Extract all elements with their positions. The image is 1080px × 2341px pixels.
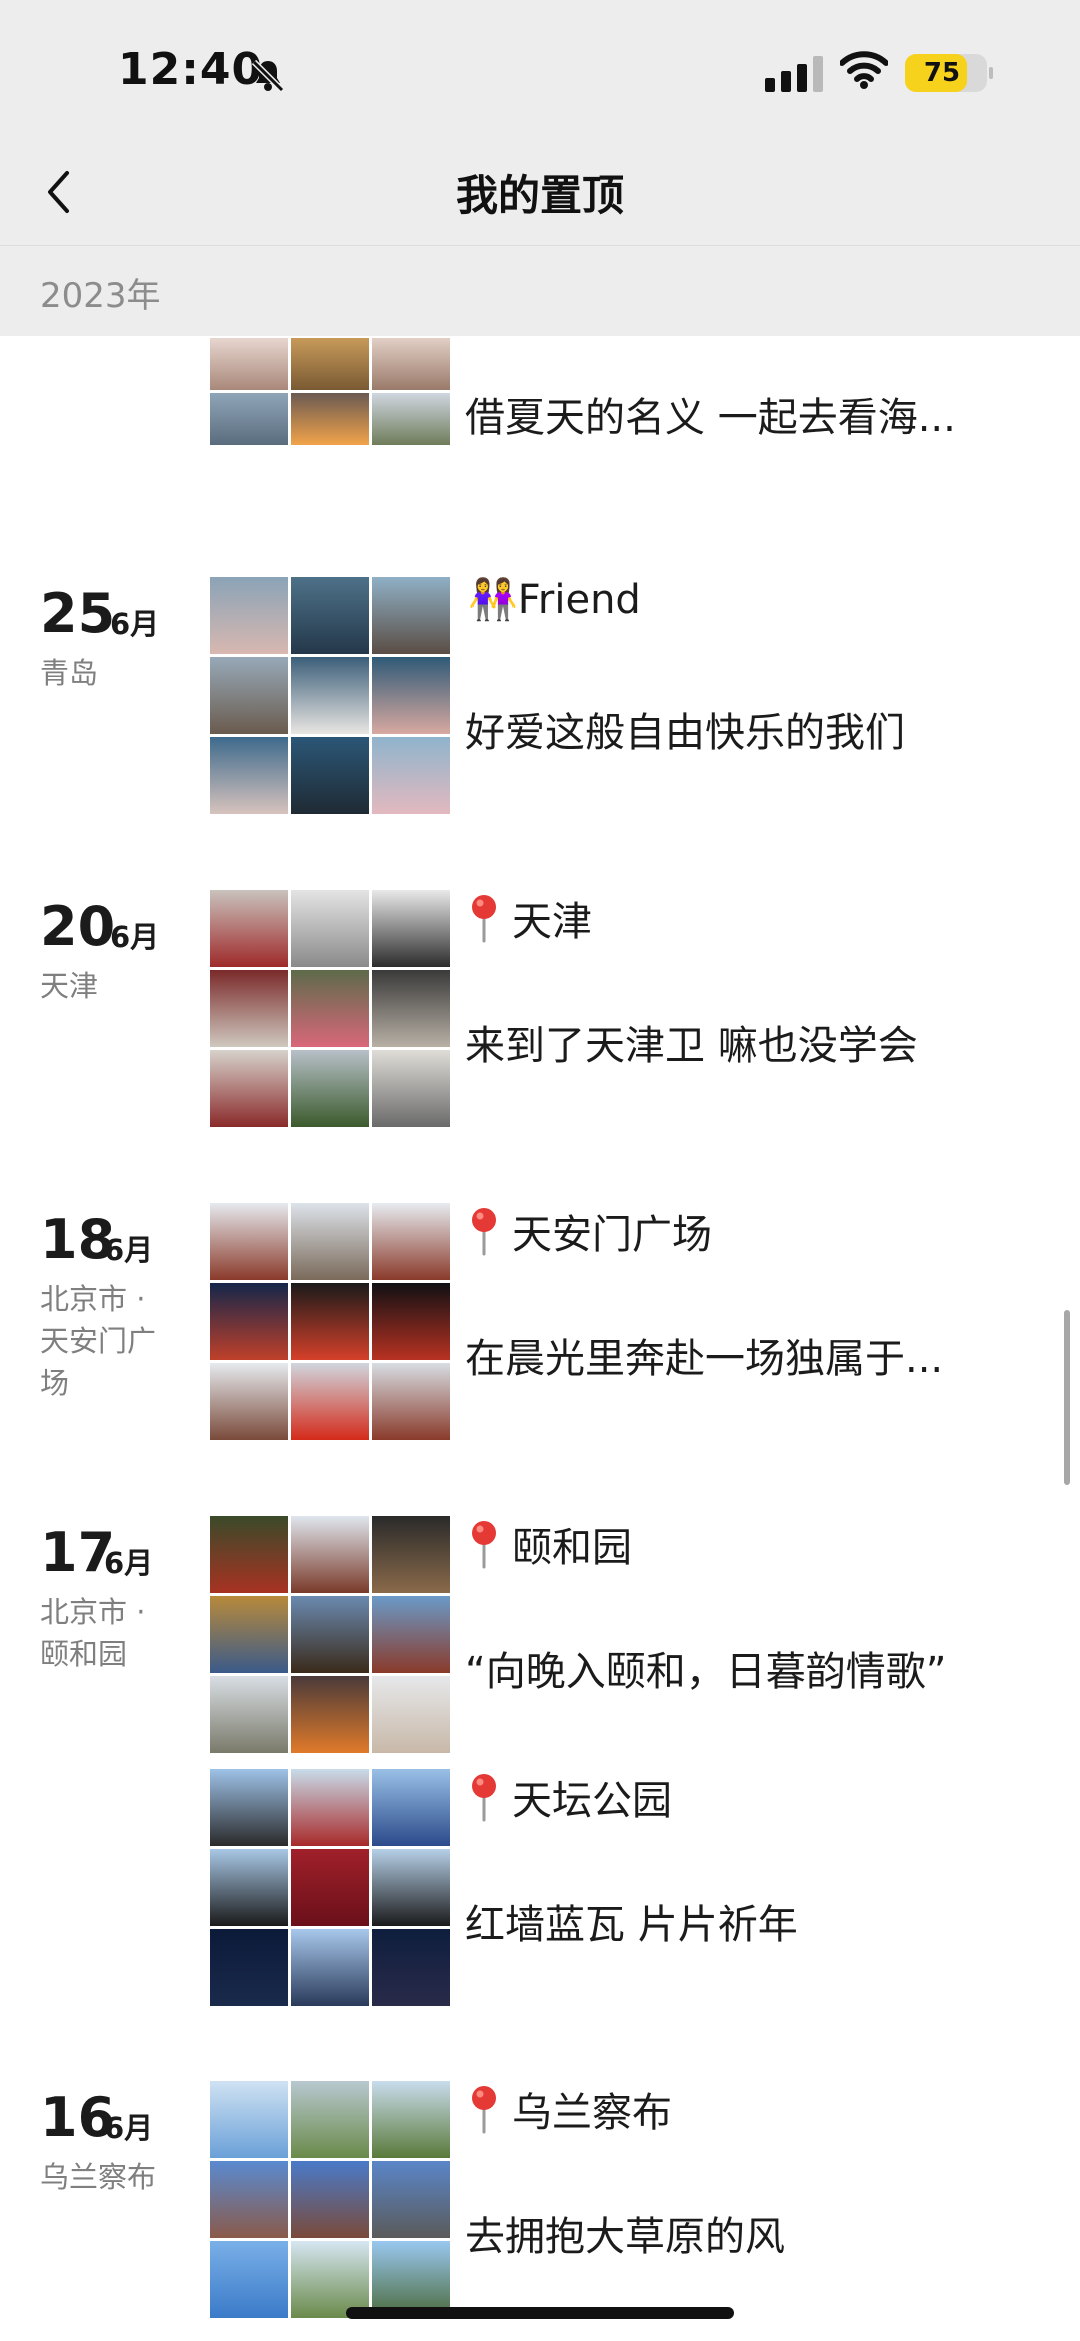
location-pin-icon [472, 2086, 496, 2134]
bell-muted-icon [251, 59, 285, 93]
location-label: 天坛公园 [512, 1778, 672, 1824]
photo-grid[interactable] [210, 1769, 450, 2006]
post-place: 天津 [40, 969, 99, 1003]
back-button[interactable] [38, 162, 78, 222]
post-day: 25 [40, 582, 116, 645]
post-month: 6月 [104, 1233, 154, 1267]
location-pin-icon [472, 1774, 496, 1822]
post-location: 天津 [468, 889, 592, 947]
scrollbar-thumb[interactable] [1064, 1310, 1070, 1485]
post-caption: 来到了天津卫 嘛也没学会 [465, 1023, 918, 1069]
battery-percent: 75 [923, 58, 961, 88]
post-place: 青岛 [40, 656, 99, 690]
photo-grid[interactable] [210, 2081, 450, 2318]
post-caption: 在晨光里奔赴一场独属于... [465, 1336, 944, 1382]
post-location: 乌兰察布 [468, 2080, 672, 2138]
photo-grid[interactable] [210, 338, 450, 500]
page-title: 我的置顶 [455, 171, 624, 220]
photo-grid[interactable] [210, 577, 450, 814]
location-pin-icon [472, 895, 496, 943]
post-caption: 去拥抱大草原的风 [465, 2214, 785, 2260]
post-month: 6月 [110, 607, 160, 641]
post-place: 乌兰察布 [40, 2160, 157, 2194]
post-month: 6月 [110, 920, 160, 954]
cellular-signal-icon [765, 56, 823, 92]
year-label: 2023年 [40, 276, 161, 316]
location-label: 天津 [512, 899, 592, 945]
post-caption: 红墙蓝瓦 片片祈年 [465, 1902, 798, 1948]
battery-nub [989, 67, 993, 79]
location-label: 颐和园 [512, 1525, 632, 1571]
location-label: 天安门广场 [512, 1212, 712, 1258]
post-caption: 借夏天的名义 一起去看海... [465, 395, 956, 441]
post-caption: “向晚入颐和，日暮韵情歌” [465, 1649, 947, 1695]
location-pin-icon [472, 1208, 496, 1256]
post-month: 6月 [104, 2111, 154, 2145]
location-pin-icon [472, 1521, 496, 1569]
status-bar: 12:40 75 [0, 0, 1080, 140]
year-section-header: 2023年 [0, 246, 1080, 336]
post-day: 20 [40, 895, 116, 958]
photo-grid[interactable] [210, 1203, 450, 1440]
post-caption: 好爱这般自由快乐的我们 [465, 710, 905, 756]
post-location: 天安门广场 [468, 1202, 712, 1260]
navigation-bar: 我的置顶 [0, 140, 1080, 246]
battery-indicator: 75 [905, 54, 993, 92]
home-indicator[interactable] [346, 2307, 734, 2319]
post-location: 天坛公园 [468, 1768, 672, 1826]
wifi-icon [840, 51, 888, 89]
photo-grid[interactable] [210, 890, 450, 1127]
post-place: 北京市 · 天安门广场 [40, 1282, 157, 1400]
post-place: 北京市 · 颐和园 [40, 1595, 146, 1671]
location-label: 乌兰察布 [512, 2090, 672, 2136]
post-title: 👭Friend [468, 577, 641, 623]
post-month: 6月 [104, 1546, 154, 1580]
status-time: 12:40 [118, 44, 264, 95]
post-location: 颐和园 [468, 1515, 632, 1573]
chevron-left-icon [48, 171, 69, 213]
photo-grid[interactable] [210, 1516, 450, 1753]
